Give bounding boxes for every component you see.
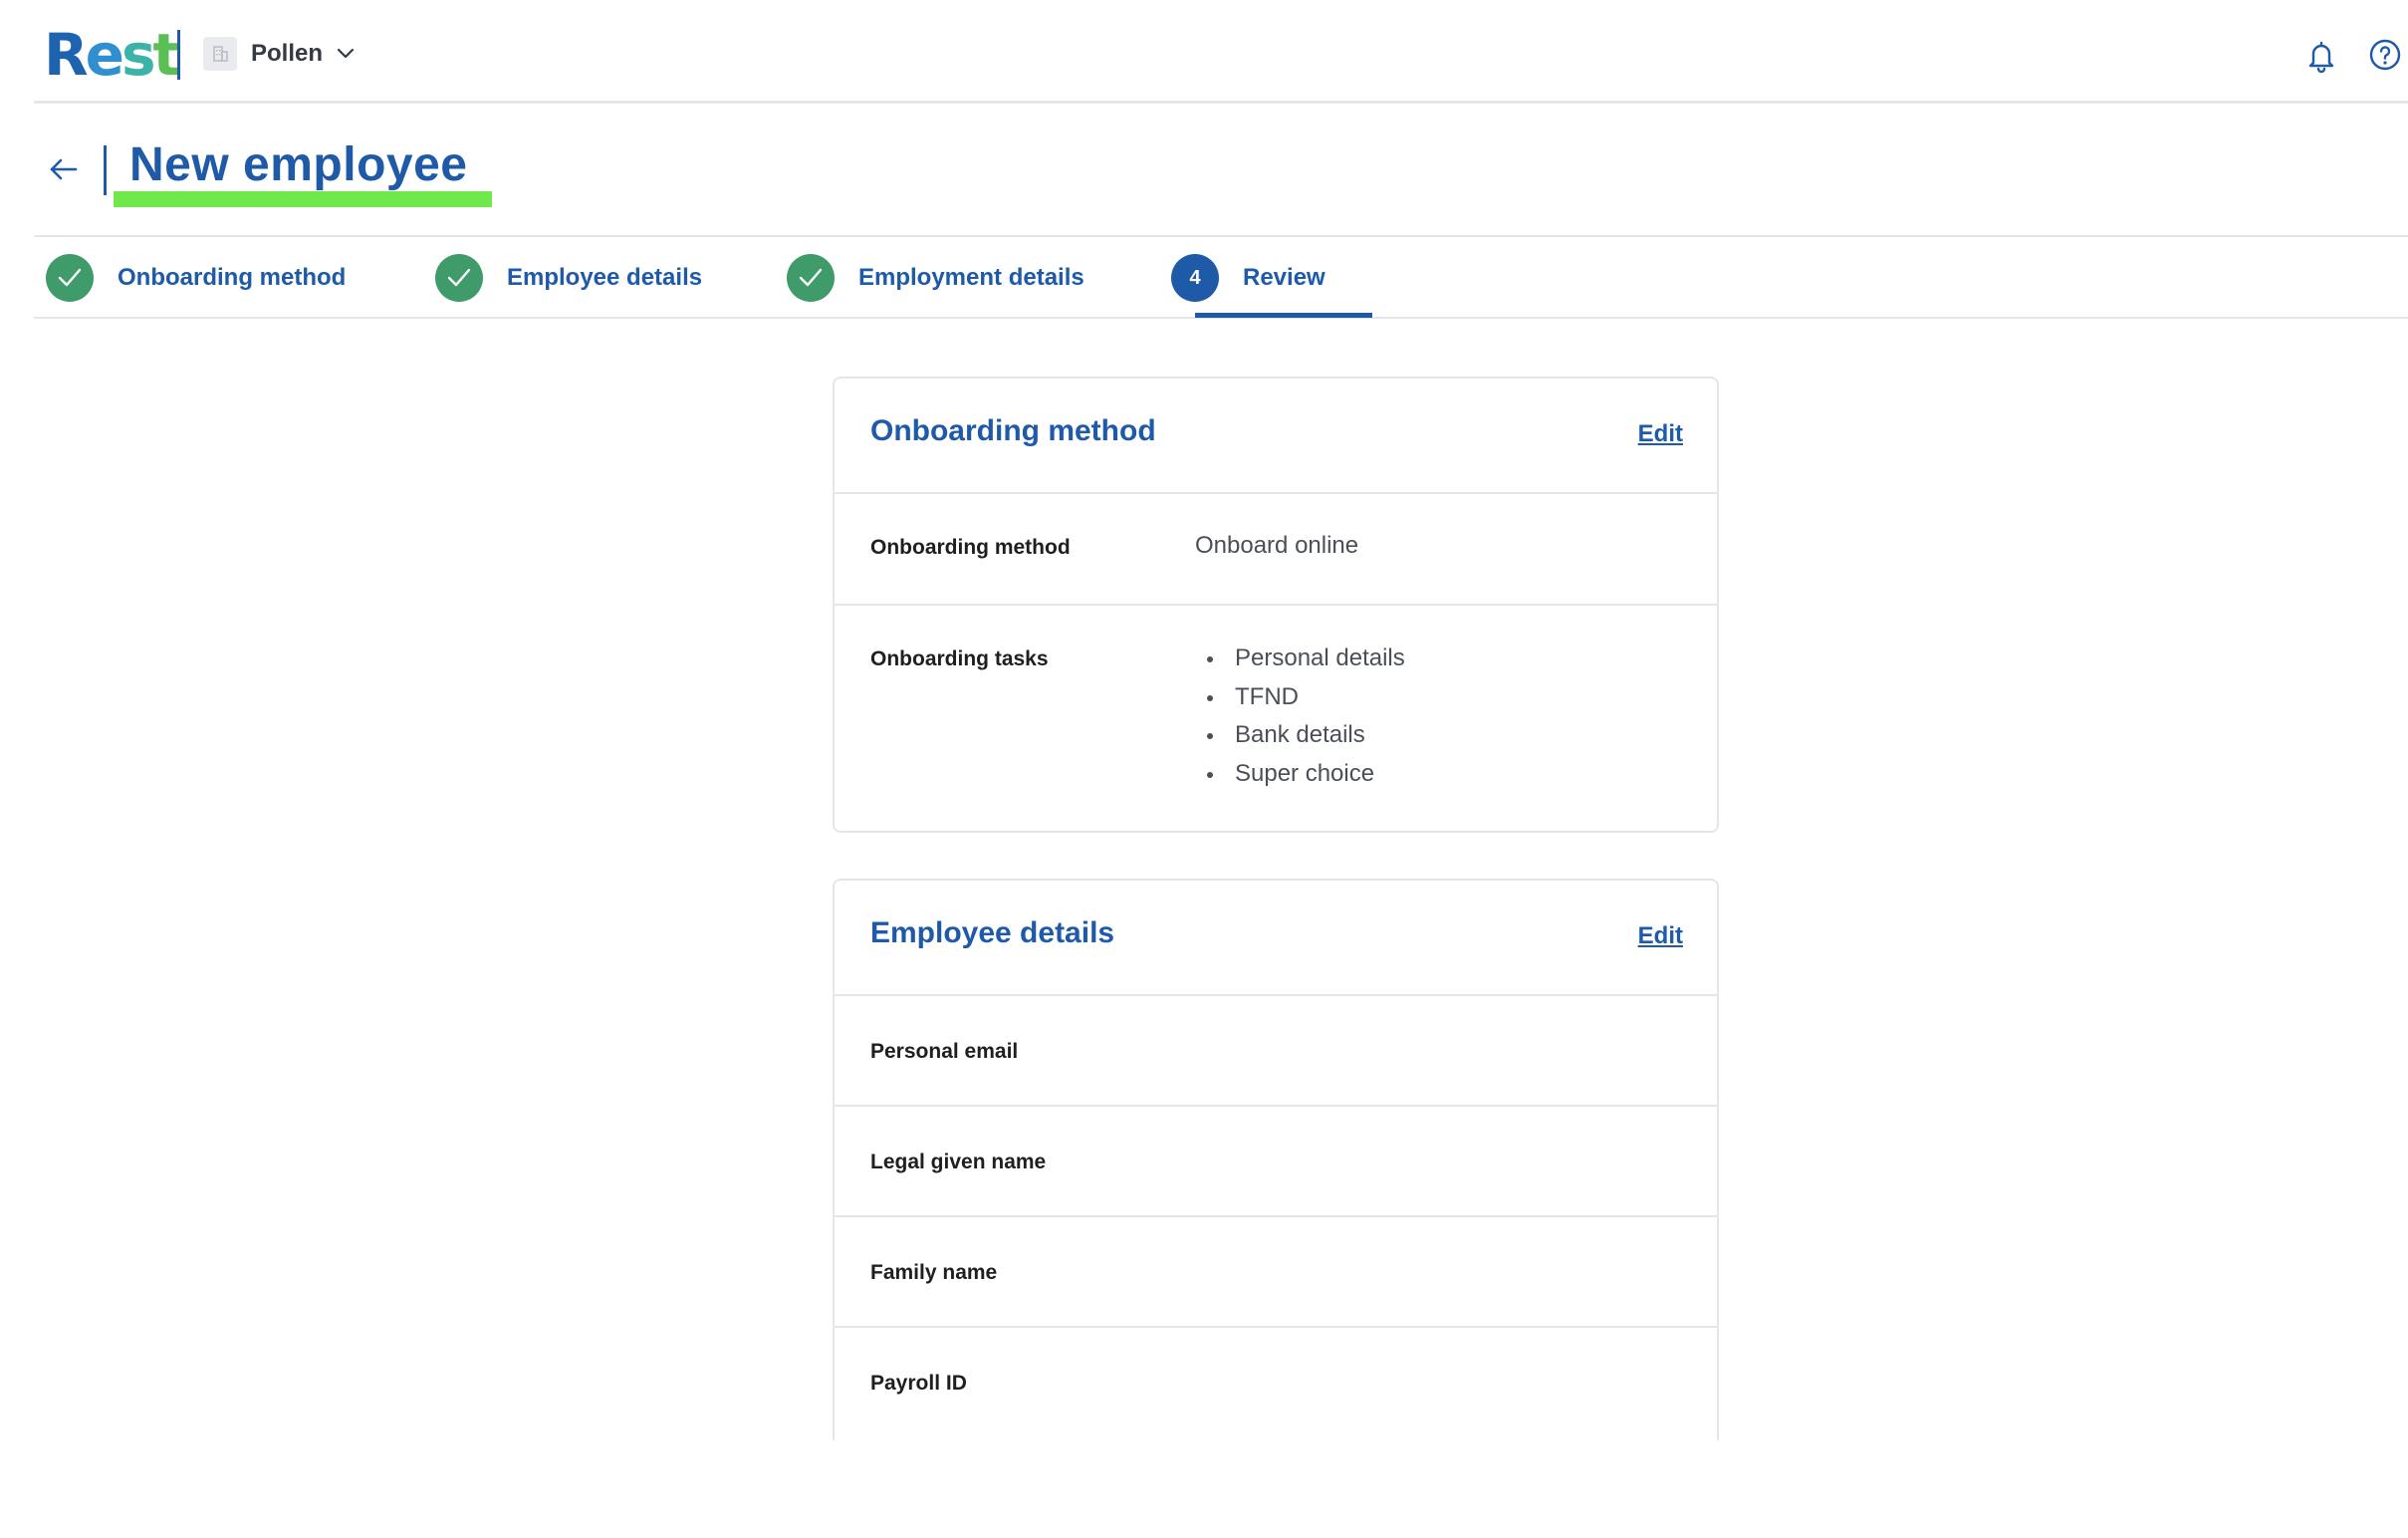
- bell-icon[interactable]: [2304, 38, 2338, 74]
- card-title: Employee details: [870, 916, 1115, 949]
- step-label: Onboarding method: [118, 264, 347, 291]
- list-item: Personal details: [1195, 643, 1405, 682]
- chevron-down-icon: [337, 48, 355, 60]
- edit-employee-link[interactable]: Edit: [1638, 922, 1683, 950]
- logo-letter: R: [44, 21, 89, 89]
- card-title: Onboarding method: [870, 414, 1156, 447]
- step-employment-details[interactable]: Employment details: [787, 253, 1084, 303]
- logo-letter: e: [85, 21, 124, 89]
- onboarding-task-list: Personal details TFND Bank details Super…: [1195, 643, 1405, 797]
- edit-onboarding-link[interactable]: Edit: [1638, 420, 1683, 448]
- detail-row: Payroll ID: [835, 1328, 1717, 1437]
- onboarding-method-card: Onboarding method Edit Onboarding method…: [833, 377, 1719, 833]
- step-employee-details[interactable]: Employee details: [435, 253, 702, 303]
- step-number: 4: [1171, 254, 1219, 302]
- org-name: Pollen: [251, 40, 324, 67]
- row-label: Family name: [870, 1261, 998, 1284]
- detail-row: Onboarding method Onboard online: [835, 494, 1717, 606]
- page-title: New employee: [129, 138, 468, 191]
- top-bar: Rest Pollen: [34, 0, 2408, 104]
- logo-letter: t: [152, 21, 181, 89]
- org-switcher[interactable]: Pollen: [203, 34, 355, 74]
- check-icon: [46, 254, 94, 302]
- title-divider: [104, 145, 107, 195]
- logo-divider: [177, 30, 180, 80]
- detail-row: Onboarding tasks Personal details TFND B…: [835, 606, 1717, 831]
- list-item: TFND: [1195, 682, 1405, 721]
- arrow-left-icon[interactable]: [48, 153, 80, 185]
- row-label: Onboarding method: [870, 536, 1071, 559]
- rest-logo[interactable]: Rest: [44, 21, 181, 89]
- detail-row: Personal email: [835, 996, 1717, 1107]
- step-label: Review: [1243, 264, 1325, 291]
- row-label: Legal given name: [870, 1151, 1047, 1173]
- detail-row: Family name: [835, 1217, 1717, 1328]
- list-item: Super choice: [1195, 759, 1405, 798]
- page-header: New employee: [34, 104, 2408, 237]
- building-icon: [203, 37, 237, 71]
- card-header: Onboarding method Edit: [835, 379, 1717, 494]
- step-review[interactable]: 4 Review: [1171, 253, 1325, 303]
- stepper: Onboarding method Employee details Emplo…: [34, 237, 2408, 319]
- title-highlight: [114, 191, 492, 207]
- row-label: Payroll ID: [870, 1372, 967, 1395]
- logo-letter: s: [121, 21, 155, 89]
- step-onboarding-method[interactable]: Onboarding method: [46, 253, 346, 303]
- list-item: Bank details: [1195, 720, 1405, 759]
- employee-details-card: Employee details Edit Personal email Leg…: [833, 879, 1719, 1440]
- check-icon: [787, 254, 835, 302]
- help-circle-icon[interactable]: [2368, 38, 2402, 72]
- check-icon: [435, 254, 483, 302]
- row-label: Onboarding tasks: [870, 647, 1049, 670]
- row-label: Personal email: [870, 1040, 1019, 1063]
- step-label: Employee details: [507, 264, 703, 291]
- card-header: Employee details Edit: [835, 881, 1717, 996]
- step-label: Employment details: [858, 264, 1084, 291]
- row-value: Onboard online: [1195, 532, 1359, 559]
- active-step-indicator: [1195, 313, 1372, 318]
- detail-row: Legal given name: [835, 1107, 1717, 1217]
